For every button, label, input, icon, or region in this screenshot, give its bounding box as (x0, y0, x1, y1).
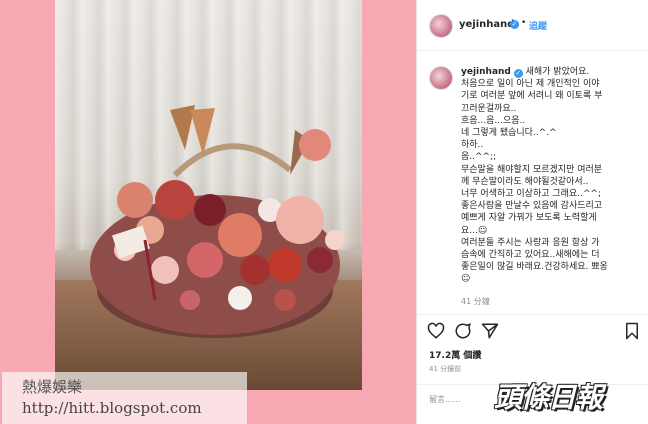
caption-line: 좋은일이 많길 바래요.건강하세요. 뾰옹 (461, 262, 608, 273)
caption-line: ☺ (461, 274, 471, 285)
share-icon[interactable] (481, 322, 499, 340)
left-pink-border (0, 0, 55, 424)
follow-button[interactable]: 追蹤 (529, 19, 547, 32)
caption: yejinhand ✓ 새해가 밝았어요. 처음으로 일이 아닌 제 개인적인 … (461, 66, 643, 286)
verified-icon: ✓ (510, 20, 519, 29)
post-photo[interactable] (55, 0, 362, 390)
caption-line: 흐음...음...으음.. (461, 115, 526, 126)
comment-icon[interactable] (454, 322, 472, 340)
watermark-site-title: 熱爆娛樂 (22, 378, 83, 396)
likes-count[interactable]: 17.2萬 個讚 (429, 348, 481, 361)
dot-separator: • (521, 18, 527, 28)
watermark-site-url: http://hitt.blogspot.com (22, 399, 202, 417)
watermark-brand-logo: 頭條日報 (494, 381, 603, 414)
avatar[interactable] (429, 14, 453, 38)
caption-avatar[interactable] (429, 66, 453, 90)
caption-line: 네 그렇게 됐습니다..^.^ (461, 128, 557, 139)
caption-line: 슴속에 간직하고 있어요..새해에는 더 (461, 250, 600, 261)
right-pink-border (362, 0, 416, 424)
caption-line: 처음으로 일이 아닌 제 개인적인 이야 (461, 79, 600, 90)
caption-line: 하하.. (461, 140, 484, 151)
caption-line: 요...☺ (461, 225, 488, 236)
bookmark-icon[interactable] (623, 322, 641, 340)
caption-line: 기로 여러분 앞에 서려니 왜 이토록 부 (461, 91, 603, 102)
divider (417, 314, 648, 315)
verified-icon: ✓ (513, 69, 523, 78)
instagram-panel: yejinhand ✓ • 追蹤 yejinhand ✓ 새해가 밝았어요. 처… (416, 0, 648, 424)
heart-icon[interactable] (427, 322, 445, 340)
post-header: yejinhand ✓ • 追蹤 (417, 0, 648, 51)
caption-line: 께 무슨말이라도 해야될것같아서.. (461, 176, 589, 187)
caption-line: 새해가 밝았어요. (525, 67, 590, 77)
caption-line: 음..^^;; (461, 152, 497, 163)
caption-line: 좋은사람을 만날수 있음에 감사드리고 (461, 201, 603, 212)
caption-username[interactable]: yejinhand (461, 67, 511, 77)
caption-line: 여러분들 주시는 사랑과 응원 항상 가 (461, 237, 600, 248)
post-timestamp: 41 分鐘前 (429, 365, 462, 373)
caption-line: 무슨말을 해야할지 모르겠지만 여러분 (461, 164, 603, 175)
caption-line: 너무 어색하고 이상하고 그래요..^^; (461, 189, 602, 200)
caption-line: 예쁘게 자알 가꿔가 보도록 노력할게 (461, 213, 597, 224)
comment-input[interactable]: 留言...... (429, 394, 460, 405)
screenshot-frame: yejinhand ✓ • 追蹤 yejinhand ✓ 새해가 밝았어요. 처… (0, 0, 648, 424)
username-link[interactable]: yejinhand (459, 19, 514, 30)
flower-basket-illustration (90, 105, 345, 338)
action-bar (427, 322, 639, 342)
caption-line: 끄러운걸까요.. (461, 103, 517, 114)
caption-timestamp: 41 分鐘 (461, 297, 490, 306)
